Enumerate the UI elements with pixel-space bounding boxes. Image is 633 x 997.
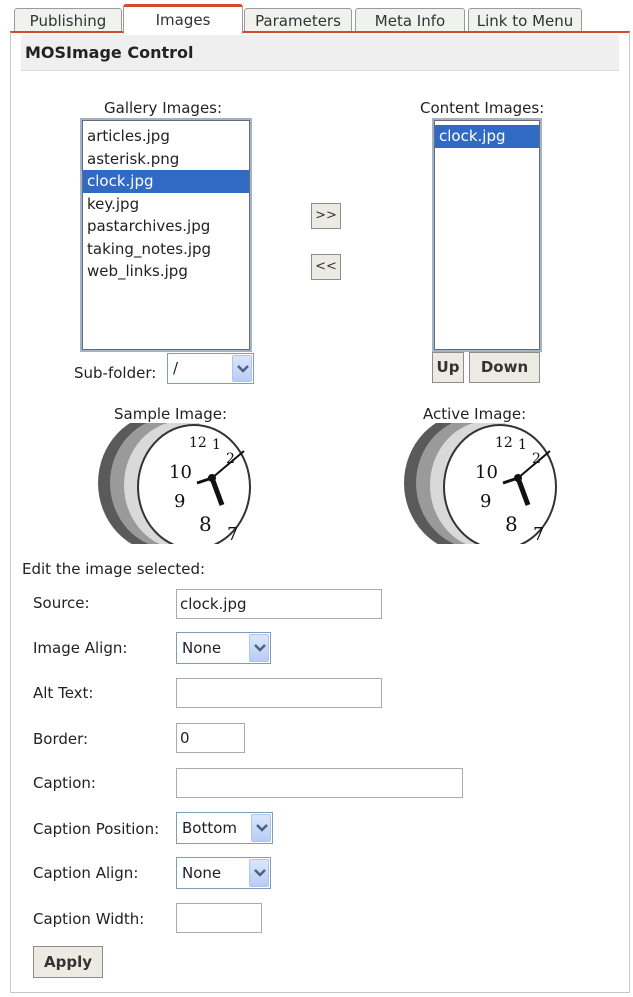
svg-text:10: 10 xyxy=(475,462,498,483)
subfolder-label: Sub-folder: xyxy=(74,364,157,382)
alt-text-label: Alt Text: xyxy=(33,684,94,702)
sample-clock-image: 12 1 2 10 9 8 7 xyxy=(94,423,254,544)
caption-align-label: Caption Align: xyxy=(33,864,139,882)
caption-align-select[interactable]: None xyxy=(176,857,271,889)
caption-position-select[interactable]: Bottom xyxy=(176,812,273,844)
svg-text:9: 9 xyxy=(480,491,491,512)
caption-position-value: Bottom xyxy=(182,819,238,837)
tab-images-label: Images xyxy=(155,11,211,29)
move-up-button[interactable]: Up xyxy=(432,352,464,383)
image-align-label: Image Align: xyxy=(33,639,128,657)
chevron-down-icon xyxy=(249,859,269,887)
gallery-item[interactable]: taking_notes.jpg xyxy=(83,238,249,261)
content-images-list[interactable]: clock.jpg xyxy=(432,118,542,352)
active-clock-image: 12 1 2 10 9 8 7 xyxy=(400,423,560,544)
gallery-images-label: Gallery Images: xyxy=(104,99,223,117)
caption-width-input[interactable] xyxy=(176,903,262,933)
source-label: Source: xyxy=(33,594,90,612)
edit-section-title: Edit the image selected: xyxy=(22,560,206,578)
svg-text:12: 12 xyxy=(495,435,513,451)
svg-text:1: 1 xyxy=(518,437,527,453)
tab-publishing[interactable]: Publishing xyxy=(14,8,122,32)
tab-images[interactable]: Images xyxy=(123,4,243,34)
tab-link-to-menu-label: Link to Menu xyxy=(476,12,574,30)
move-down-button[interactable]: Down xyxy=(469,352,540,383)
tab-parameters[interactable]: Parameters xyxy=(244,8,352,32)
chevron-down-icon xyxy=(251,814,271,842)
chevron-down-icon xyxy=(232,355,252,382)
gallery-images-list[interactable]: articles.jpg asterisk.png clock.jpg key.jpg… xyxy=(80,118,252,352)
subfolder-value: / xyxy=(173,359,179,377)
gallery-item[interactable]: articles.jpg xyxy=(83,125,249,148)
gallery-item[interactable]: key.jpg xyxy=(83,193,249,216)
tab-publishing-label: Publishing xyxy=(29,12,107,30)
gallery-item[interactable]: web_links.jpg xyxy=(83,260,249,283)
alt-text-input[interactable] xyxy=(176,678,382,708)
svg-text:10: 10 xyxy=(169,462,192,483)
content-item[interactable]: clock.jpg xyxy=(435,125,539,148)
border-input[interactable]: 0 xyxy=(176,723,245,753)
caption-align-value: None xyxy=(182,864,222,882)
svg-text:12: 12 xyxy=(189,435,207,451)
gallery-item[interactable]: clock.jpg xyxy=(83,170,249,193)
svg-text:1: 1 xyxy=(212,437,221,453)
source-input[interactable]: clock.jpg xyxy=(176,589,382,619)
tab-bar: Publishing Images Parameters Meta Info L… xyxy=(0,0,633,34)
image-align-select[interactable]: None xyxy=(176,632,271,664)
svg-text:7: 7 xyxy=(533,524,544,544)
subfolder-select[interactable]: / xyxy=(167,353,254,384)
tab-link-to-menu[interactable]: Link to Menu xyxy=(468,8,582,32)
caption-label: Caption: xyxy=(33,774,96,792)
svg-text:8: 8 xyxy=(505,512,518,536)
border-label: Border: xyxy=(33,730,89,748)
tab-meta-info[interactable]: Meta Info xyxy=(355,8,465,32)
caption-position-label: Caption Position: xyxy=(33,820,160,838)
add-image-button[interactable]: >> xyxy=(311,203,341,229)
gallery-item[interactable]: asterisk.png xyxy=(83,148,249,171)
panel-title: MOSImage Control xyxy=(21,35,619,71)
active-image-label: Active Image: xyxy=(423,405,527,423)
apply-button[interactable]: Apply xyxy=(33,946,103,978)
chevron-down-icon xyxy=(249,634,269,662)
tab-parameters-label: Parameters xyxy=(255,12,341,30)
image-align-value: None xyxy=(182,639,222,657)
svg-text:7: 7 xyxy=(227,524,238,544)
content-images-label: Content Images: xyxy=(420,99,545,117)
caption-width-label: Caption Width: xyxy=(33,910,145,928)
sample-image-label: Sample Image: xyxy=(114,405,228,423)
remove-image-button[interactable]: << xyxy=(311,254,341,280)
svg-text:9: 9 xyxy=(174,491,185,512)
svg-text:8: 8 xyxy=(199,512,212,536)
gallery-item[interactable]: pastarchives.jpg xyxy=(83,215,249,238)
tab-meta-info-label: Meta Info xyxy=(374,12,446,30)
caption-input[interactable] xyxy=(176,768,463,798)
